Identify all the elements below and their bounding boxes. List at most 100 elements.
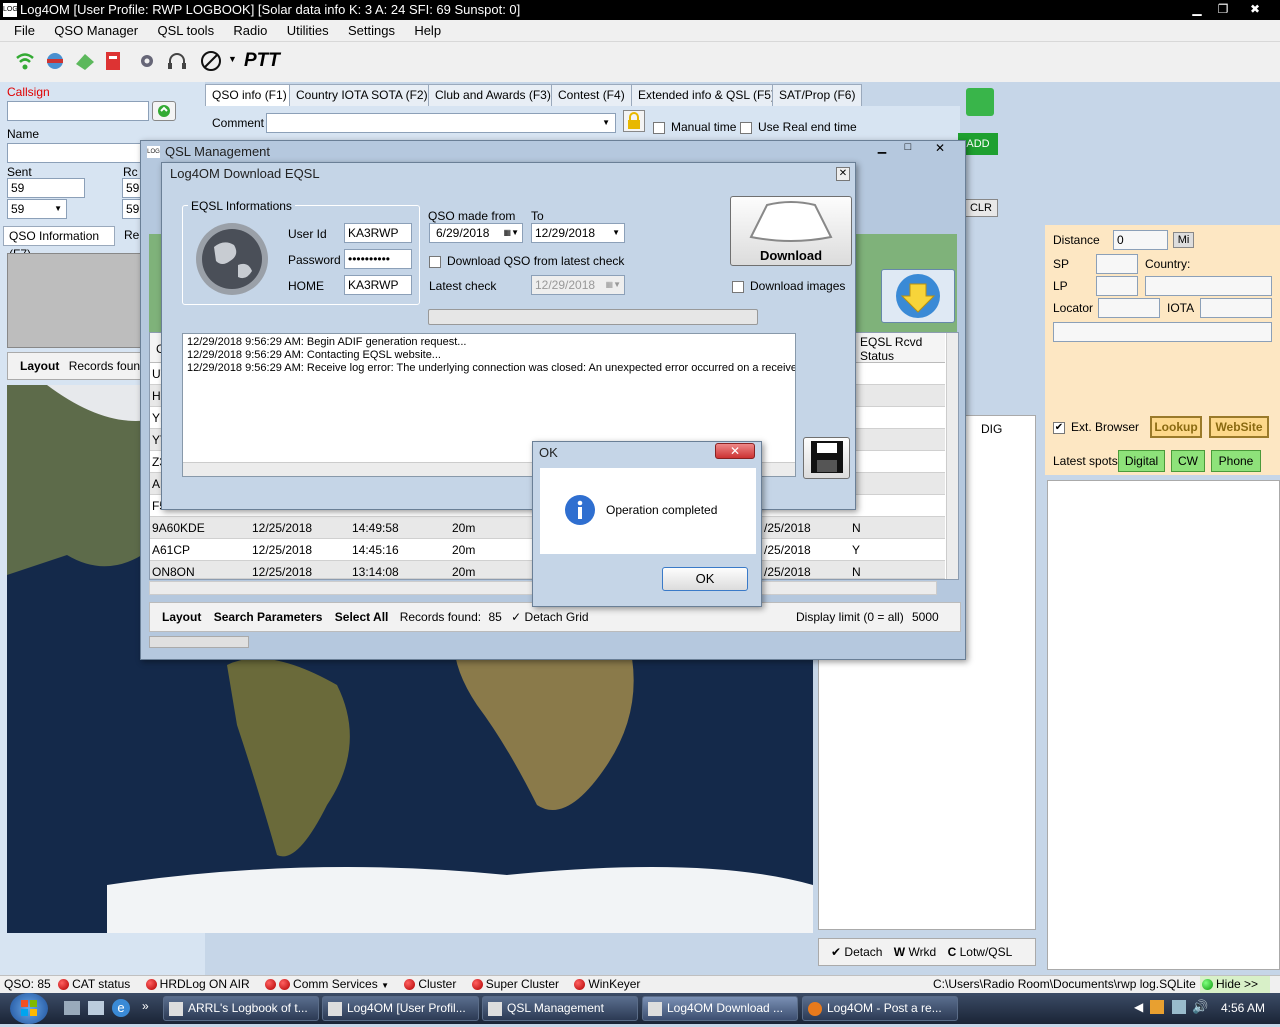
sent-select[interactable]: 59 ▼ [7,199,67,219]
save-log-icon[interactable] [966,88,994,116]
ok-button[interactable]: OK [662,567,748,591]
chevron-down-icon[interactable]: ▼ [612,224,620,242]
qso-from-date[interactable]: 6/29/2018 ▦▼ [429,223,523,243]
user-id-input[interactable]: KA3RWP [344,223,412,243]
wifi-icon[interactable] [14,50,36,72]
unit-button[interactable]: Mi [1173,232,1194,248]
real-end-time-check[interactable] [740,121,752,134]
country-input[interactable] [1145,276,1272,296]
qth-input[interactable] [1053,322,1272,342]
menu-file[interactable]: File [6,20,43,42]
lookup-go-button[interactable] [152,101,176,121]
lock-icon[interactable] [623,110,645,132]
display-limit-value[interactable]: 5000 [912,603,939,631]
menu-utilities[interactable]: Utilities [279,20,337,42]
save-button[interactable] [803,437,850,479]
close-icon[interactable]: ✕ [927,141,953,155]
sent-input[interactable]: 59 [7,178,85,198]
select-all-button[interactable]: Select All [335,610,389,624]
tray-app-icon[interactable] [1150,1000,1164,1014]
password-input[interactable]: •••••••••• [344,249,412,269]
gear-icon[interactable] [136,50,158,72]
clr-button[interactable]: CLR [964,199,998,217]
volume-icon[interactable]: 🔊 [1192,999,1208,1015]
spot-digital-button[interactable]: Digital [1118,450,1165,472]
comm-services[interactable]: Comm Services ▼ [265,977,389,991]
cat-status[interactable]: CAT status [58,977,130,991]
manual-time-checkbox[interactable]: Manual time [653,120,736,134]
task-download-eqsl[interactable]: Log4OM Download ... [642,996,798,1021]
antenna-icon[interactable] [200,50,222,72]
show-desktop-icon[interactable] [64,1001,80,1015]
close-icon[interactable]: ✖ [1242,0,1268,18]
website-button[interactable]: WebSite [1209,416,1269,438]
lotw-qsl-label[interactable]: Lotw/QSL [960,945,1013,959]
clock[interactable]: 4:56 AM [1221,1001,1265,1015]
tab-contest[interactable]: Contest (F4) [551,84,632,106]
callsign-input[interactable] [7,101,149,121]
chevron-down-icon[interactable]: ▼ [228,54,237,64]
download-images-checkbox[interactable]: Download images [732,279,845,293]
super-cluster-status[interactable]: Super Cluster [471,977,559,991]
tab-club-awards[interactable]: Club and Awards (F3) [428,84,558,106]
minimize-icon[interactable]: ▁ [1184,0,1210,18]
tab-qso-info[interactable]: QSO info (F1) [205,84,294,106]
browser-panel[interactable] [1047,480,1280,970]
menu-help[interactable]: Help [406,20,449,42]
download-button[interactable]: Download [730,196,852,266]
maximize-icon[interactable]: □ [897,141,919,155]
book-icon[interactable] [102,50,124,72]
minimize-icon[interactable]: ▁ [871,141,893,155]
locator-input[interactable] [1098,298,1160,318]
calendar-icon[interactable]: ▦▼ [504,224,519,242]
manual-time-check[interactable] [653,121,665,134]
col-header-status[interactable]: Status [860,349,894,363]
menu-radio[interactable]: Radio [225,20,275,42]
spot-phone-button[interactable]: Phone [1211,450,1261,472]
wrkd-label[interactable]: Wrkd [908,945,936,959]
lookup-button[interactable]: Lookup [1150,416,1202,438]
spot-cw-button[interactable]: CW [1171,450,1205,472]
layout-button[interactable]: Layout [162,610,201,624]
internet-explorer-icon[interactable]: e [112,999,130,1017]
tab-sat-prop[interactable]: SAT/Prop (F6) [772,84,863,106]
rcvd-input[interactable]: 59 [122,178,142,198]
to-date[interactable]: 12/29/2018 ▼ [531,223,625,243]
close-icon[interactable]: ✕ [715,443,755,459]
download-images-check[interactable] [732,280,744,293]
hrdlog-status[interactable]: HRDLog ON AIR [145,977,250,991]
sp-input[interactable] [1096,254,1138,274]
iota-input[interactable] [1200,298,1272,318]
winkeyer-status[interactable]: WinKeyer [574,977,640,991]
map-icon[interactable] [74,50,96,72]
menu-settings[interactable]: Settings [340,20,403,42]
real-end-time-checkbox[interactable]: Use Real end time [740,120,857,134]
download-from-latest-checkbox[interactable]: Download QSO from latest check [429,254,624,268]
ptt-label[interactable]: PTT [244,50,280,72]
tray-expand-icon[interactable]: ◀ [1134,1000,1143,1014]
menu-qsl-tools[interactable]: QSL tools [149,20,222,42]
tab-qso-information[interactable]: QSO Information (F7) [3,226,115,261]
col-header-eqsl-rcvd[interactable]: EQSL Rcvd [860,335,922,349]
distance-input[interactable]: 0 [1113,230,1168,250]
tab-country-iota-sota[interactable]: Country IOTA SOTA (F2) [289,84,435,106]
rcvd-select[interactable]: 59 [122,199,142,219]
hide-button[interactable]: Hide >> [1200,976,1271,993]
detach-button[interactable]: ✔ Detach [831,945,882,959]
upload-download-button[interactable] [881,269,955,323]
close-icon[interactable]: ✕ [836,167,850,181]
satellite-icon[interactable] [44,50,66,72]
start-button[interactable] [10,993,48,1024]
tab-re[interactable]: Re [118,226,142,246]
left-layout-button[interactable]: Layout [20,359,59,373]
task-log4om-main[interactable]: Log4OM [User Profil... [322,996,479,1021]
comment-input[interactable]: ▼ [266,113,616,133]
quicklaunch-more-icon[interactable]: » [142,999,149,1013]
headset-icon[interactable] [166,50,188,72]
lp-input[interactable] [1096,276,1138,296]
ext-browser-checkbox[interactable]: ✔ Ext. Browser [1053,420,1139,434]
window-switch-icon[interactable] [88,1001,104,1015]
task-arrl-logbook[interactable]: ARRL's Logbook of t... [163,996,319,1021]
detach-grid-checkbox[interactable]: ✓ Detach Grid [511,610,588,624]
home-input[interactable]: KA3RWP [344,275,412,295]
